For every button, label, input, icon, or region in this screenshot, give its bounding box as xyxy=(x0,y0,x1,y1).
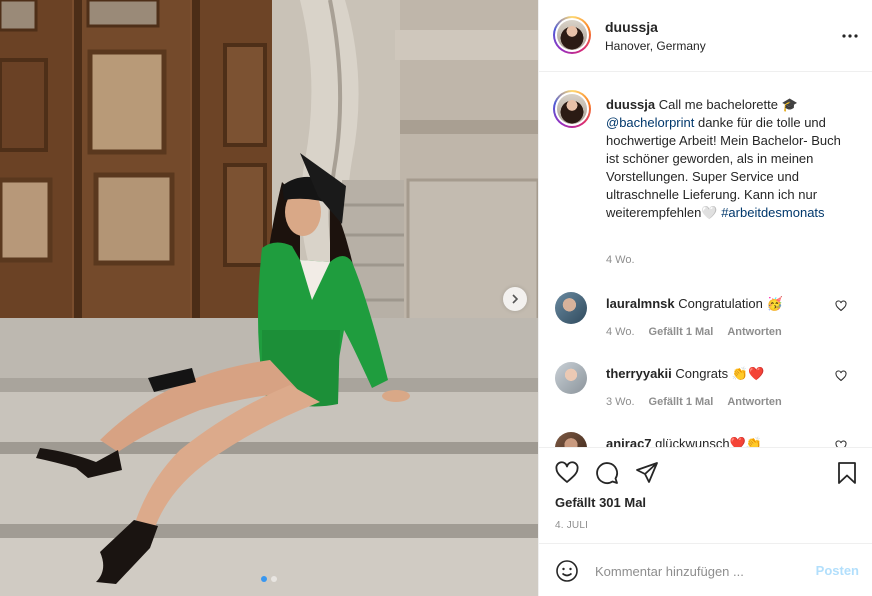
more-horizontal-icon[interactable] xyxy=(841,27,859,45)
likes-count[interactable]: Gefällt 301 Mal xyxy=(555,495,646,510)
emoji-icon[interactable] xyxy=(555,559,579,583)
post-actions: Gefällt 301 Mal 4. JULI xyxy=(539,447,872,543)
comment-item: therryyakii Congrats 👏❤️ 3 Wo. Gefällt 1… xyxy=(539,362,872,432)
bookmark-icon[interactable] xyxy=(835,461,859,485)
hashtag-link[interactable]: #arbeitdesmonats xyxy=(721,205,824,220)
location-link[interactable]: Hanover, Germany xyxy=(605,39,706,53)
comment-username[interactable]: anjrac7 xyxy=(606,436,652,447)
comments-section[interactable]: duussja Call me bachelorette 🎓 @bachelor… xyxy=(539,72,872,447)
post-photo[interactable] xyxy=(0,0,538,596)
post-panel: duussja Hanover, Germany duussja Call me… xyxy=(538,0,872,596)
caption-text: Call me bachelorette 🎓 xyxy=(658,97,798,112)
mention-link[interactable]: @bachelorprint xyxy=(606,115,694,130)
post-header: duussja Hanover, Germany xyxy=(539,0,872,72)
comment-body: Congrats 👏❤️ xyxy=(675,366,765,381)
comment-meta: 4 Wo. Gefällt 1 Mal Antworten xyxy=(606,326,782,338)
post-date[interactable]: 4. JULI xyxy=(555,520,588,531)
comment-text: anjrac7 glückwunsch❤️👏 xyxy=(606,436,762,447)
username-link[interactable]: duussja xyxy=(605,19,658,35)
heart-icon[interactable] xyxy=(835,440,847,447)
avatar[interactable] xyxy=(555,432,587,447)
heart-icon[interactable] xyxy=(555,461,579,485)
comment-text: lauralmnsk Congratulation 🥳 xyxy=(606,296,783,312)
add-comment-bar: Posten xyxy=(539,543,872,596)
reply-button[interactable]: Antworten xyxy=(727,396,781,408)
comment-item: lauralmnsk Congratulation 🥳 4 Wo. Gefäll… xyxy=(539,292,872,362)
heart-icon[interactable] xyxy=(835,370,847,382)
caption-avatar[interactable] xyxy=(553,90,591,128)
next-photo-button[interactable] xyxy=(503,287,527,311)
avatar[interactable] xyxy=(555,292,587,324)
carousel-dot xyxy=(261,576,267,582)
chevron-right-icon xyxy=(512,294,519,304)
post-caption: duussja Call me bachelorette 🎓 @bachelor… xyxy=(606,96,856,222)
comment-likes[interactable]: Gefällt 1 Mal xyxy=(649,396,714,408)
reply-button[interactable]: Antworten xyxy=(727,326,781,338)
comment-time[interactable]: 3 Wo. xyxy=(606,396,635,408)
carousel-dot xyxy=(271,576,277,582)
comment-text: therryyakii Congrats 👏❤️ xyxy=(606,366,764,382)
comment-item: anjrac7 glückwunsch❤️👏 xyxy=(539,432,872,447)
paper-plane-icon[interactable] xyxy=(635,461,659,485)
comment-body: glückwunsch❤️👏 xyxy=(655,436,762,447)
post-comment-button[interactable]: Posten xyxy=(816,563,859,578)
comment-time[interactable]: 4 Wo. xyxy=(606,326,635,338)
post-image xyxy=(0,0,538,596)
comment-body: Congratulation 🥳 xyxy=(678,296,783,311)
comment-likes[interactable]: Gefällt 1 Mal xyxy=(649,326,714,338)
instagram-post: duussja Hanover, Germany duussja Call me… xyxy=(0,0,872,596)
comment-meta: 3 Wo. Gefällt 1 Mal Antworten xyxy=(606,396,782,408)
comment-input[interactable] xyxy=(595,560,805,582)
caption-time[interactable]: 4 Wo. xyxy=(606,254,635,266)
caption-username[interactable]: duussja xyxy=(606,97,655,112)
comment-username[interactable]: therryyakii xyxy=(606,366,672,381)
heart-icon[interactable] xyxy=(835,300,847,312)
carousel-dots xyxy=(0,576,538,582)
avatar[interactable] xyxy=(555,362,587,394)
comment-username[interactable]: lauralmnsk xyxy=(606,296,675,311)
avatar[interactable] xyxy=(553,16,591,54)
comment-icon[interactable] xyxy=(595,461,619,485)
